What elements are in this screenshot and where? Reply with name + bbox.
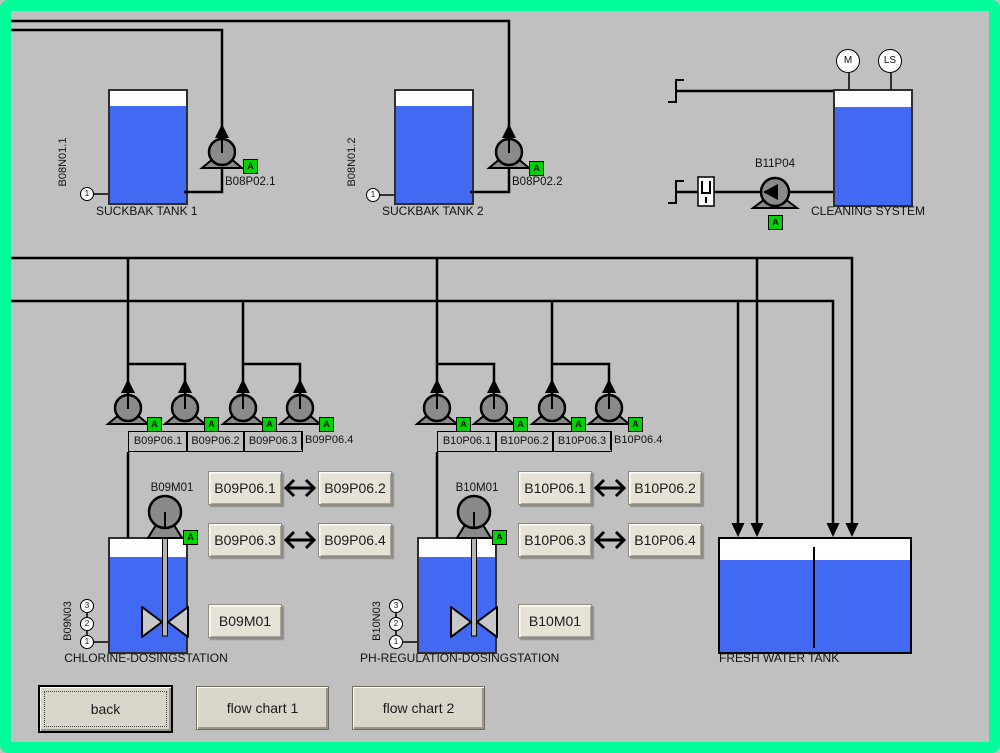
pipe-b10-feed-a2 (437, 364, 494, 394)
flow-arrow-down (827, 523, 840, 537)
flow-arrow-up (293, 379, 307, 393)
pump-icon-b09p06-4 (280, 395, 320, 424)
swap-arrow-icon (283, 528, 317, 552)
flow-arrow-up (502, 124, 516, 138)
swap-arrow-icon (283, 476, 317, 500)
button-b10p06-3[interactable]: B10P06.3 (518, 523, 592, 557)
flow-arrow-up (215, 124, 229, 138)
pump-tag-cell: B10P06.3 (552, 431, 612, 452)
pump-tag-cell: B10P06.1 (437, 431, 497, 452)
flow-chart-1-button[interactable]: flow chart 1 (196, 686, 329, 730)
pump-icon-b09p06-2 (165, 395, 205, 424)
button-b10p06-1[interactable]: B10P06.1 (518, 471, 592, 505)
level-switch-circle: LS (878, 49, 902, 73)
port-circle: 1 (389, 635, 403, 649)
scada-screen: M LS 1 1 3 2 1 3 2 1 A A A A A A A A A A… (0, 0, 1000, 753)
button-b10m01[interactable]: B10M01 (518, 604, 592, 638)
pump-icon-b08p02-2 (489, 139, 529, 168)
pump-tag-cell: B09P06.3 (243, 431, 303, 452)
pump-tag-cell: B09P06.4 (301, 431, 367, 450)
swap-arrow-icon (593, 528, 627, 552)
pipe-supply-suckbak2 (11, 21, 509, 146)
flow-arrow-up (121, 379, 135, 393)
pump-tag-cell: B10P06.4 (610, 431, 676, 450)
port-circle: 2 (389, 617, 403, 631)
back-button[interactable]: back (38, 685, 173, 733)
button-b09p06-3[interactable]: B09P06.3 (208, 523, 282, 557)
status-badge: A (243, 159, 258, 174)
status-badge: A (492, 530, 507, 545)
agitator-shaft (163, 528, 168, 636)
status-badge: A (262, 417, 277, 432)
flow-arrow-up (602, 379, 616, 393)
button-b10p06-4[interactable]: B10P06.4 (628, 523, 702, 557)
pipe-b09-feed-b2 (243, 364, 300, 394)
button-b09p06-2[interactable]: B09P06.2 (318, 471, 392, 505)
port-circle: 1 (80, 635, 94, 649)
port-circle: 2 (80, 617, 94, 631)
status-badge: A (456, 417, 471, 432)
agitator-shaft (472, 528, 477, 636)
status-badge: A (147, 417, 162, 432)
button-b09p06-4[interactable]: B09P06.4 (318, 523, 392, 557)
button-b09m01[interactable]: B09M01 (208, 604, 282, 638)
port-circle: 1 (80, 187, 94, 201)
flow-arrow-up (178, 379, 192, 393)
flow-chart-2-button[interactable]: flow chart 2 (352, 686, 485, 730)
flow-arrow-up (236, 379, 250, 393)
port-circle: 3 (80, 599, 94, 613)
pump-icon-b10p06-2 (474, 395, 514, 424)
status-badge: A (628, 417, 643, 432)
status-badge: A (319, 417, 334, 432)
pump-tag-cell: B09P06.2 (186, 431, 245, 452)
button-b09p06-1[interactable]: B09P06.1 (208, 471, 282, 505)
flow-arrow-down (732, 523, 745, 537)
flow-arrow-up (545, 379, 559, 393)
status-badge: A (571, 417, 586, 432)
pump-icon-b10p06-3 (532, 395, 572, 424)
flow-arrow-up (430, 379, 444, 393)
pipe-supply-suckbak1 (11, 30, 222, 146)
pump-tag-cell: B10P06.2 (495, 431, 554, 452)
status-badge: A (529, 161, 544, 176)
piping-layer (0, 0, 1000, 753)
flow-arrow-up (487, 379, 501, 393)
port-circle: 1 (366, 188, 380, 202)
back-button-focus: back (44, 691, 167, 727)
pump-icon-b08p02-1 (202, 139, 242, 168)
motor-icon-b10m01 (457, 496, 491, 538)
pump-icon-b10p06-1 (417, 395, 457, 424)
swap-arrow-icon (593, 476, 627, 500)
button-b10p06-2[interactable]: B10P06.2 (628, 471, 702, 505)
port-circle: 3 (389, 599, 403, 613)
status-badge: A (768, 215, 783, 230)
back-button-label: back (91, 701, 121, 717)
pump-tag-cell: B09P06.1 (128, 431, 188, 452)
flow-arrow-down (751, 523, 764, 537)
pump-icon-b10p06-4 (589, 395, 629, 424)
status-badge: A (183, 530, 198, 545)
motor-icon-b09m01 (148, 496, 182, 538)
flow-arrow-down (846, 523, 859, 537)
status-badge: A (204, 417, 219, 432)
pump-icon-b09p06-3 (223, 395, 263, 424)
pipe-b10-feed-b2 (552, 364, 609, 394)
motor-instrument-circle: M (836, 49, 860, 73)
pipe-b09-feed-a2 (128, 364, 185, 394)
pump-icon-b09p06-1 (108, 395, 148, 424)
status-badge: A (513, 417, 528, 432)
